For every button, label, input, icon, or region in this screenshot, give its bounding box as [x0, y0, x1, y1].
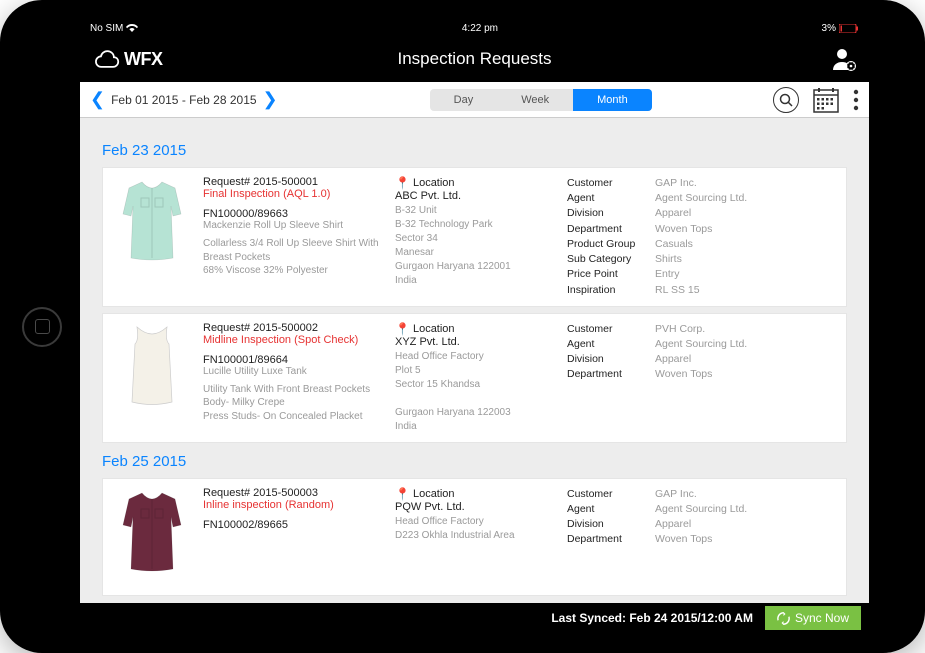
home-button[interactable] — [22, 307, 62, 347]
inspection-type: Inline inspection (Random) — [203, 499, 383, 511]
date-heading: Feb 23 2015 — [102, 142, 847, 159]
location-pin-icon: 📍 — [395, 487, 410, 501]
location-heading: Location — [413, 177, 455, 189]
location-heading: Location — [413, 323, 455, 335]
location-pin-icon: 📍 — [395, 322, 410, 336]
location-heading: Location — [413, 488, 455, 500]
detail-label: Sub Category — [567, 252, 655, 267]
detail-label: Department — [567, 222, 655, 237]
detail-value: Agent Sourcing Ltd. — [655, 337, 747, 352]
sim-status: No SIM — [90, 23, 123, 34]
page-title: Inspection Requests — [397, 49, 551, 69]
fn-code: FN100001/89664 — [203, 354, 383, 366]
seg-month[interactable]: Month — [573, 89, 652, 111]
detail-label: Division — [567, 352, 655, 367]
detail-value: Agent Sourcing Ltd. — [655, 191, 747, 206]
detail-label: Agent — [567, 191, 655, 206]
next-range-button[interactable]: ❯ — [263, 89, 278, 110]
detail-value: Woven Tops — [655, 367, 712, 382]
detail-label: Division — [567, 517, 655, 532]
more-menu-button[interactable] — [853, 89, 859, 111]
inspection-card[interactable]: Request# 2015-500003 Inline inspection (… — [102, 478, 847, 596]
battery-pct: 3% — [822, 23, 836, 34]
fn-code: FN100000/89663 — [203, 208, 383, 220]
seg-week[interactable]: Week — [497, 89, 573, 111]
detail-value: PVH Corp. — [655, 322, 705, 337]
detail-list: CustomerGAP Inc.AgentAgent Sourcing Ltd.… — [567, 176, 836, 298]
app-logo: WFX — [92, 49, 163, 70]
product-name: Mackenzie Roll Up Sleeve Shirt — [203, 220, 383, 231]
search-button[interactable] — [773, 87, 799, 113]
detail-list: CustomerGAP Inc.AgentAgent Sourcing Ltd.… — [567, 487, 836, 587]
refresh-icon — [777, 612, 790, 625]
fn-code: FN100002/89665 — [203, 519, 383, 531]
detail-value: Apparel — [655, 206, 691, 221]
detail-value: Agent Sourcing Ltd. — [655, 502, 747, 517]
detail-label: Department — [567, 532, 655, 547]
content-area: Feb 23 2015 Request# 2015-500001 Final I… — [80, 118, 869, 603]
detail-value: RL SS 15 — [655, 283, 700, 298]
product-description: Collarless 3/4 Roll Up Sleeve Shirt With… — [203, 237, 383, 278]
product-image — [113, 322, 191, 422]
product-name: Lucille Utility Luxe Tank — [203, 366, 383, 377]
request-number: Request# 2015-500001 — [203, 176, 383, 188]
view-segmented-control: Day Week Month — [430, 89, 652, 111]
date-range: Feb 01 2015 - Feb 28 2015 — [111, 93, 256, 107]
detail-value: Entry — [655, 267, 680, 282]
date-heading: Feb 25 2015 — [102, 453, 847, 470]
clock: 4:22 pm — [462, 23, 498, 34]
location-name: ABC Pvt. Ltd. — [395, 190, 555, 202]
location-name: XYZ Pvt. Ltd. — [395, 336, 555, 348]
location-pin-icon: 📍 — [395, 176, 410, 190]
detail-value: GAP Inc. — [655, 487, 697, 502]
detail-value: Apparel — [655, 517, 691, 532]
detail-label: Customer — [567, 176, 655, 191]
app-header: WFX Inspection Requests — [80, 36, 869, 82]
location-address: Head Office FactoryD223 Okhla Industrial… — [395, 515, 555, 543]
calendar-button[interactable] — [813, 87, 839, 113]
detail-label: Agent — [567, 337, 655, 352]
detail-value: Apparel — [655, 352, 691, 367]
detail-label: Customer — [567, 487, 655, 502]
status-bar: No SIM 4:22 pm 3% — [80, 20, 869, 36]
product-image — [113, 176, 191, 276]
request-number: Request# 2015-500002 — [203, 322, 383, 334]
sync-now-button[interactable]: Sync Now — [765, 606, 861, 630]
detail-value: Casuals — [655, 237, 693, 252]
detail-label: Division — [567, 206, 655, 221]
location-address: Head Office FactoryPlot 5Sector 15 Khand… — [395, 350, 555, 434]
inspection-card[interactable]: Request# 2015-500001 Final Inspection (A… — [102, 167, 847, 307]
inspection-card[interactable]: Request# 2015-500002 Midline Inspection … — [102, 313, 847, 443]
detail-label: Inspiration — [567, 283, 655, 298]
product-description: Utility Tank With Front Breast PocketsBo… — [203, 383, 383, 424]
detail-label: Customer — [567, 322, 655, 337]
seg-day[interactable]: Day — [430, 89, 498, 111]
inspection-type: Midline Inspection (Spot Check) — [203, 334, 383, 346]
location-address: B-32 UnitB-32 Technology ParkSector 34Ma… — [395, 204, 555, 288]
detail-list: CustomerPVH Corp.AgentAgent Sourcing Ltd… — [567, 322, 836, 434]
detail-value: Shirts — [655, 252, 682, 267]
detail-value: GAP Inc. — [655, 176, 697, 191]
detail-label: Product Group — [567, 237, 655, 252]
product-image — [113, 487, 191, 587]
location-name: PQW Pvt. Ltd. — [395, 501, 555, 513]
detail-value: Woven Tops — [655, 222, 712, 237]
inspection-type: Final Inspection (AQL 1.0) — [203, 188, 383, 200]
user-settings-icon[interactable] — [831, 46, 857, 72]
detail-value: Woven Tops — [655, 532, 712, 547]
prev-range-button[interactable]: ❮ — [90, 89, 105, 110]
detail-label: Department — [567, 367, 655, 382]
footer-bar: Last Synced: Feb 24 2015/12:00 AM Sync N… — [80, 603, 869, 633]
last-synced-label: Last Synced: Feb 24 2015/12:00 AM — [551, 611, 753, 625]
toolbar: ❮ Feb 01 2015 - Feb 28 2015 ❯ Day Week M… — [80, 82, 869, 118]
detail-label: Price Point — [567, 267, 655, 282]
detail-label: Agent — [567, 502, 655, 517]
request-number: Request# 2015-500003 — [203, 487, 383, 499]
